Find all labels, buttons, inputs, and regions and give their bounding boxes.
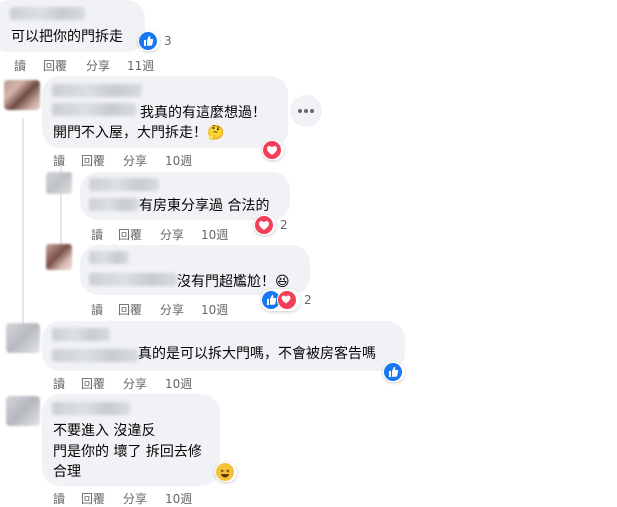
thread-line	[22, 118, 24, 333]
thumbs-up-icon	[384, 363, 402, 381]
more-horizontal-icon	[298, 109, 314, 113]
author-name[interactable]	[89, 178, 159, 191]
read-link[interactable]: 讀	[91, 226, 103, 243]
reply-link[interactable]: 回覆	[43, 57, 67, 74]
avatar[interactable]	[4, 80, 40, 110]
timestamp[interactable]: 10週	[165, 375, 192, 392]
timestamp[interactable]: 10週	[201, 226, 228, 243]
comment-actions: 讀 回覆 分享 10週	[53, 152, 253, 168]
reply-link[interactable]: 回覆	[81, 152, 105, 169]
comment-actions: 讀 回覆 分享 10週	[53, 490, 253, 506]
author-name[interactable]	[52, 328, 110, 341]
share-link[interactable]: 分享	[123, 152, 147, 169]
author-name[interactable]	[10, 7, 85, 20]
author-name-blur	[52, 349, 138, 362]
reaction-summary[interactable]	[215, 462, 237, 482]
comment-text: 不要進入 沒違反	[53, 423, 156, 439]
reaction-count: 3	[164, 34, 172, 48]
read-link[interactable]: 讀	[53, 490, 65, 507]
author-name-blur	[52, 103, 136, 116]
avatar[interactable]	[6, 323, 40, 353]
read-link[interactable]: 讀	[53, 375, 65, 392]
author-name[interactable]	[89, 251, 129, 264]
avatar[interactable]	[46, 244, 72, 270]
comment-actions: 讀 回覆 分享 11週	[14, 57, 214, 73]
avatar[interactable]	[6, 396, 40, 426]
reaction-summary[interactable]	[262, 140, 284, 160]
comment-actions: 讀 回覆 分享 10週	[91, 226, 291, 242]
heart-icon	[263, 141, 281, 159]
comment-text: 合理	[53, 464, 81, 480]
share-link[interactable]: 分享	[86, 57, 110, 74]
laughing-face-icon	[216, 463, 234, 481]
timestamp[interactable]: 10週	[165, 152, 192, 169]
timestamp[interactable]: 10週	[201, 301, 228, 318]
reply-link[interactable]: 回覆	[81, 490, 105, 507]
read-link[interactable]: 讀	[53, 152, 65, 169]
reaction-count: 2	[304, 293, 312, 307]
read-link[interactable]: 讀	[14, 57, 26, 74]
share-link[interactable]: 分享	[160, 301, 184, 318]
comment-text: 門是你的 壞了 拆回去修	[53, 444, 202, 460]
reply-link[interactable]: 回覆	[81, 375, 105, 392]
comment-actions: 讀 回覆 分享 10週	[91, 301, 291, 317]
avatar[interactable]	[46, 172, 72, 194]
comment-text: 有房東分享過 合法的	[139, 198, 270, 214]
comment-text: 真的是可以拆大門嗎，不會被房客告嗎	[138, 346, 376, 362]
thumbs-up-icon	[139, 32, 157, 50]
timestamp[interactable]: 10週	[165, 490, 192, 507]
author-name[interactable]	[52, 84, 142, 97]
comment-text: 可以把你的門拆走	[11, 29, 123, 45]
comment-text: 我真的有這麼想過！	[140, 105, 266, 121]
read-link[interactable]: 讀	[91, 301, 103, 318]
author-name-blur	[89, 273, 177, 286]
comment-actions: 讀 回覆 分享 10週	[53, 375, 253, 391]
reaction-summary[interactable]: 3	[138, 31, 172, 51]
author-name-blur	[89, 198, 139, 211]
reply-link[interactable]: 回覆	[118, 301, 142, 318]
share-link[interactable]: 分享	[123, 375, 147, 392]
share-link[interactable]: 分享	[160, 226, 184, 243]
reply-link[interactable]: 回覆	[118, 226, 142, 243]
author-name[interactable]	[52, 402, 130, 415]
share-link[interactable]: 分享	[123, 490, 147, 507]
reaction-summary[interactable]	[383, 362, 405, 382]
more-options-button[interactable]	[290, 95, 322, 127]
comment-text: 開門不入屋，大門拆走！🤔	[53, 125, 225, 141]
timestamp[interactable]: 11週	[127, 57, 154, 74]
